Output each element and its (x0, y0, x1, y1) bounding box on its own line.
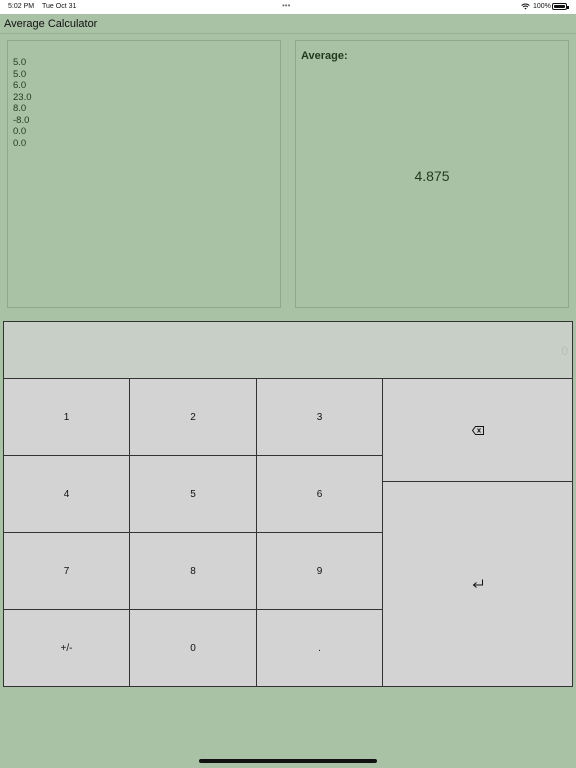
status-time: 5:02 PM (8, 3, 35, 10)
status-date: Tue Oct 31 (42, 3, 77, 10)
average-value: 4.875 (414, 168, 450, 184)
average-panel: Average: 4.875 (295, 40, 569, 308)
list-item: 0.0 (13, 137, 27, 149)
key-8[interactable]: 8 (130, 533, 257, 610)
list-item: 0.0 (13, 126, 27, 137)
list-item: 5.0 (13, 68, 27, 80)
battery-icon (552, 3, 569, 10)
return-icon (472, 579, 483, 588)
backspace-button[interactable] (383, 379, 572, 482)
display-value: 0 (561, 344, 568, 358)
sign-toggle-button[interactable]: +/- (4, 610, 130, 686)
input-display[interactable]: 0 (4, 322, 572, 379)
wifi-icon (521, 3, 530, 10)
status-bar: 5:02 PM Tue Oct 31 ••• 100% (0, 0, 576, 14)
key-9[interactable]: 9 (257, 533, 383, 610)
key-2[interactable]: 2 (130, 379, 257, 456)
key-1[interactable]: 1 (4, 379, 130, 456)
key-6[interactable]: 6 (257, 456, 383, 533)
numbers-list: 5.0 5.0 6.0 23.0 8.0 -8.0 0.0 0.0 (13, 57, 32, 149)
list-item: 5.0 (13, 57, 27, 68)
average-label: Average: (301, 50, 348, 62)
key-4[interactable]: 4 (4, 456, 130, 533)
decimal-button[interactable]: . (257, 610, 383, 686)
list-item: 6.0 (13, 80, 27, 91)
key-0[interactable]: 0 (130, 610, 257, 686)
title-bar: Average Calculator (0, 14, 576, 34)
list-item: 23.0 (13, 91, 32, 103)
numbers-panel[interactable]: 5.0 5.0 6.0 23.0 8.0 -8.0 0.0 0.0 (7, 40, 281, 308)
key-7[interactable]: 7 (4, 533, 130, 610)
key-3[interactable]: 3 (257, 379, 383, 456)
list-item: -8.0 (13, 114, 30, 126)
delete-backward-icon (471, 425, 484, 435)
enter-button[interactable] (383, 482, 572, 686)
home-indicator[interactable] (199, 759, 377, 763)
key-5[interactable]: 5 (130, 456, 257, 533)
app-title: Average Calculator (4, 18, 98, 30)
multitasking-dots[interactable]: ••• (282, 1, 290, 10)
keypad: 0 1 2 3 4 5 6 7 8 9 +/- 0 . (3, 321, 573, 687)
list-item: 8.0 (13, 103, 27, 114)
battery-percent: 100% (533, 3, 551, 10)
